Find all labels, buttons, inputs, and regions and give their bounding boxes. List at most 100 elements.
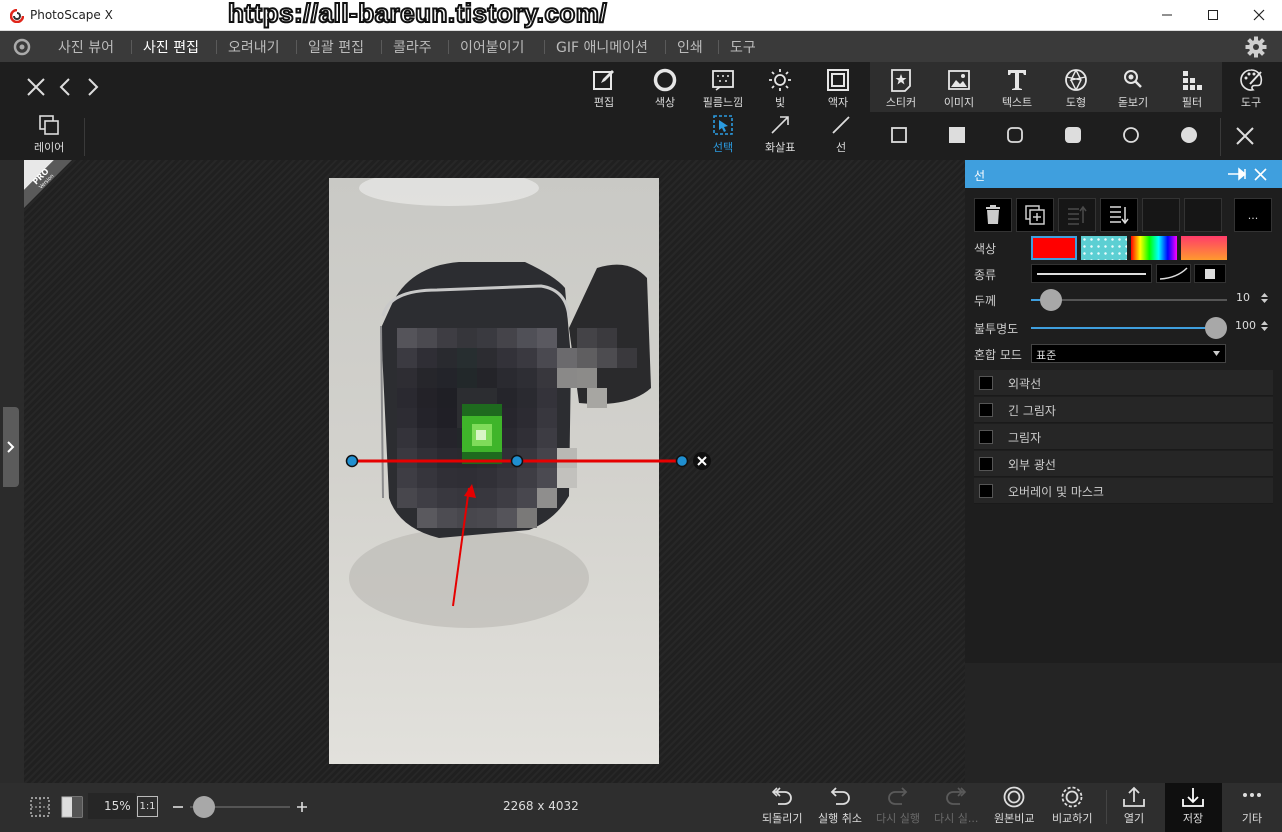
arrow-tool[interactable]: 화살표 [765,114,795,158]
close-tool-icon[interactable] [1235,126,1255,146]
color-swatch-solid[interactable] [1031,236,1077,260]
maximize-button[interactable] [1190,0,1236,30]
revert-button[interactable]: 되돌리기 [762,786,802,830]
thickness-slider-knob[interactable] [1039,289,1062,311]
long-shadow-checkbox[interactable] [979,403,993,417]
background-toggle-icon[interactable] [61,796,83,818]
tool-image[interactable]: 이미지 [931,62,987,112]
align-empty-button-1[interactable] [1142,198,1180,232]
bring-forward-button[interactable] [1058,198,1096,232]
menu-combine[interactable]: 이어붙이기 [460,37,524,57]
menu-collage[interactable]: 콜라주 [393,37,432,57]
option-outline[interactable]: 외곽선 [974,370,1273,396]
option-outer-glow[interactable]: 외부 광선 [974,451,1273,477]
tool-sticker[interactable]: 스티커 [873,62,929,112]
outline-checkbox[interactable] [979,376,993,390]
opacity-spinner-icon[interactable] [1260,320,1269,332]
line-tool[interactable]: 선 [830,114,852,158]
menu-print[interactable]: 인쇄 [677,37,703,57]
marquee-grid-icon[interactable] [29,796,51,818]
tool-frame[interactable]: 액자 [810,62,866,112]
tool-text[interactable]: 텍스트 [989,62,1045,112]
tool-shape[interactable]: 도형 [1048,62,1104,112]
close-editor-icon[interactable] [26,77,46,97]
actual-size-button[interactable]: 1:1 [137,796,158,817]
line-end-handle[interactable] [675,454,689,468]
opacity-slider-knob[interactable] [1205,317,1227,339]
minimize-button[interactable] [1144,0,1190,30]
close-panel-icon[interactable] [1254,168,1267,181]
menu-photo-editor[interactable]: 사진 편집 [143,37,199,57]
line-style-cap[interactable] [1194,264,1226,283]
tool-light[interactable]: 빛 [752,62,808,112]
compare-original-button[interactable]: 원본비교 [994,786,1034,830]
pin-icon[interactable] [1227,167,1247,181]
rounded-rectangle-outline-icon[interactable] [1006,126,1024,144]
blend-mode-select[interactable]: 표준 [1031,344,1226,363]
opacity-slider-track[interactable] [1031,327,1216,329]
line-start-handle[interactable] [345,454,359,468]
bottom-divider [1106,790,1107,824]
delete-button[interactable] [974,198,1012,232]
color-swatch-gradient[interactable] [1181,236,1227,260]
overlay-mask-checkbox[interactable] [979,484,993,498]
tool-filter[interactable]: 필터 [1164,62,1220,112]
rounded-rectangle-filled-icon[interactable] [1064,126,1082,144]
rectangle-filled-icon[interactable] [948,126,966,144]
tool-edit[interactable]: 편집 [576,62,632,112]
settings-gear-icon[interactable] [1245,36,1267,58]
option-shadow[interactable]: 그림자 [974,424,1273,450]
menu-separator [131,40,132,54]
thickness-spinner-icon[interactable] [1260,292,1269,304]
close-window-button[interactable] [1236,0,1282,30]
tool-tools[interactable]: 도구 [1223,62,1279,112]
shadow-checkbox[interactable] [979,430,993,444]
align-empty-button-2[interactable] [1184,198,1222,232]
select-tool[interactable]: 선택 [712,114,734,158]
compare-button[interactable]: 비교하기 [1052,786,1092,830]
tool-film[interactable]: 필름느낌 [695,62,751,112]
duplicate-button[interactable] [1016,198,1054,232]
option-long-shadow[interactable]: 긴 그림자 [974,397,1273,423]
line-mid-handle[interactable] [510,454,524,468]
film-icon [712,70,734,91]
tool-magnifier[interactable]: 돋보기 [1105,62,1161,112]
option-overlay-mask[interactable]: 오버레이 및 마스크 [974,478,1273,504]
layer-button[interactable]: 레이어 [34,114,64,158]
undo-button[interactable]: 실행 취소 [818,786,862,830]
outer-glow-checkbox[interactable] [979,457,993,471]
ellipse-filled-icon[interactable] [1180,126,1198,144]
zoom-slider-knob[interactable] [193,796,215,818]
selected-line-shape[interactable] [340,449,720,475]
redo-button[interactable]: 다시 실행 [876,786,920,830]
zoom-in-icon[interactable] [296,801,308,813]
ellipse-outline-icon[interactable] [1122,126,1140,144]
send-backward-button[interactable] [1100,198,1138,232]
delete-shape-icon[interactable] [693,452,711,470]
color-swatch-rainbow[interactable] [1131,236,1177,260]
line-style-curve[interactable] [1156,264,1191,283]
more-button[interactable]: 기타 [1240,786,1264,830]
photoscape-logo-icon[interactable] [12,38,32,56]
previous-photo-icon[interactable] [58,77,72,97]
color-swatch-pattern[interactable] [1081,236,1127,260]
zoom-out-icon[interactable] [172,801,184,813]
type-label: 종류 [974,268,997,282]
line-style-straight[interactable] [1031,264,1152,283]
more-options-button[interactable]: ... [1234,198,1272,232]
open-button[interactable]: 열기 [1122,786,1146,830]
tool-filter-label: 필터 [1181,96,1203,109]
menu-gif-animation[interactable]: GIF 애니메이션 [556,37,648,57]
menu-cut-out[interactable]: 오려내기 [228,37,280,57]
redo-all-button[interactable]: 다시 실... [934,786,978,830]
tool-color[interactable]: 색상 [637,62,693,112]
next-photo-icon[interactable] [86,77,100,97]
save-button[interactable]: 저장 [1181,786,1205,830]
menu-photo-viewer[interactable]: 사진 뷰어 [58,37,114,57]
menu-batch-editor[interactable]: 일괄 편집 [308,37,364,57]
watermark-text: https://all-bareun.tistory.com/ [227,0,608,29]
side-panel-toggle[interactable] [3,407,19,487]
redo-all-label: 다시 실... [934,812,979,825]
menu-tools[interactable]: 도구 [730,37,756,57]
rectangle-outline-icon[interactable] [890,126,908,144]
